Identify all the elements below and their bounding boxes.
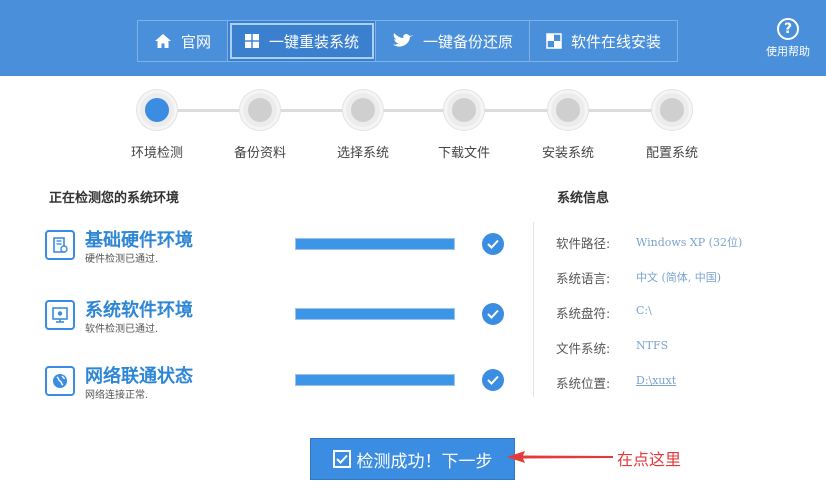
sysinfo-row: 系统位置: D:\xuxt xyxy=(556,373,676,392)
step-label: 环境检测 xyxy=(130,146,183,161)
sysinfo-label: 系统语言: xyxy=(556,271,611,286)
detect-item-title: 网络联通状态 xyxy=(85,366,193,387)
check-icon xyxy=(482,369,504,391)
check-icon xyxy=(482,303,504,325)
top-bar: 官网 一键重装系统 一键备份还原 软件在线安装 ? 使用帮助 xyxy=(0,0,826,76)
step-environment-check: 环境检测 xyxy=(107,90,207,161)
system-location-link[interactable]: D:\xuxt xyxy=(636,374,676,387)
help-button[interactable]: ? 使用帮助 xyxy=(762,18,814,59)
step-configure-system: 配置系统 xyxy=(622,90,722,161)
detect-item-title: 基础硬件环境 xyxy=(85,230,193,251)
check-icon xyxy=(482,233,504,255)
sysinfo-title: 系统信息 xyxy=(557,191,610,206)
sysinfo-label: 系统盘符: xyxy=(556,306,611,321)
sysinfo-value: Windows XP (32位) xyxy=(636,236,743,249)
progress-bar xyxy=(295,238,455,250)
step-backup-data: 备份资料 xyxy=(210,90,310,161)
tab-label: 软件在线安装 xyxy=(571,32,662,51)
tab-reinstall-system[interactable]: 一键重装系统 xyxy=(228,21,377,61)
apps-icon xyxy=(546,33,562,49)
tab-software-install[interactable]: 软件在线安装 xyxy=(530,21,677,61)
tab-label: 一键重装系统 xyxy=(269,32,360,51)
tab-backup-restore[interactable]: 一键备份还原 xyxy=(376,21,531,61)
detect-title: 正在检测您的系统环境 xyxy=(49,191,180,206)
detect-row-hardware: 基础硬件环境 硬件检测已通过. xyxy=(45,226,515,274)
detect-item-status: 软件检测已通过. xyxy=(85,324,159,335)
hardware-icon xyxy=(45,230,75,260)
network-icon xyxy=(45,366,75,396)
bird-icon xyxy=(392,32,414,50)
sysinfo-value: NTFS xyxy=(636,339,669,352)
tab-official-site[interactable]: 官网 xyxy=(138,21,229,61)
step-dot xyxy=(652,90,692,130)
sysinfo-label: 软件路径: xyxy=(556,236,611,251)
step-label: 下载文件 xyxy=(437,146,490,161)
annotation-text: 在点这里 xyxy=(617,450,682,469)
detect-item-status: 网络连接正常. xyxy=(85,390,149,401)
step-dot xyxy=(343,90,383,130)
progress-bar xyxy=(295,374,455,386)
tab-label: 官网 xyxy=(181,32,212,51)
windows-icon xyxy=(244,33,260,49)
step-dot xyxy=(137,90,177,130)
next-step-label: 检测成功！下一步 xyxy=(356,451,493,472)
detect-row-network: 网络联通状态 网络连接正常. xyxy=(45,362,515,410)
tab-label: 一键备份还原 xyxy=(423,32,514,51)
sysinfo-label: 文件系统: xyxy=(556,341,611,356)
nav-tabs: 官网 一键重装系统 一键备份还原 软件在线安装 xyxy=(137,20,679,62)
divider xyxy=(533,222,534,397)
sysinfo-row: 软件路径: Windows XP (32位) xyxy=(556,233,742,252)
annotation-arrow-icon xyxy=(507,451,613,463)
step-select-system: 选择系统 xyxy=(313,90,413,161)
step-install-system: 安装系统 xyxy=(518,90,618,161)
step-download-files: 下载文件 xyxy=(414,90,514,161)
step-label: 备份资料 xyxy=(233,146,286,161)
step-label: 配置系统 xyxy=(645,146,698,161)
detect-item-title: 系统软件环境 xyxy=(85,300,193,321)
next-step-button[interactable]: 检测成功！下一步 xyxy=(310,438,515,480)
progress-bar xyxy=(295,308,455,320)
step-dot xyxy=(240,90,280,130)
step-label: 选择系统 xyxy=(336,146,389,161)
monitor-icon xyxy=(45,300,75,330)
sysinfo-value: 中文 (简体, 中国) xyxy=(636,271,722,284)
sysinfo-label: 系统位置: xyxy=(556,376,611,391)
sysinfo-row: 系统盘符: C:\ xyxy=(556,303,652,322)
step-dot xyxy=(548,90,588,130)
step-dot xyxy=(444,90,484,130)
help-label: 使用帮助 xyxy=(766,45,810,58)
sysinfo-value: C:\ xyxy=(636,304,652,317)
checkbox-icon xyxy=(332,450,351,468)
sysinfo-row: 系统语言: 中文 (简体, 中国) xyxy=(556,268,721,287)
sysinfo-row: 文件系统: NTFS xyxy=(556,338,668,357)
detect-row-software: 系统软件环境 软件检测已通过. xyxy=(45,296,515,344)
detect-item-status: 硬件检测已通过. xyxy=(85,254,159,265)
home-icon xyxy=(154,33,172,49)
help-icon: ? xyxy=(777,18,799,40)
step-label: 安装系统 xyxy=(541,146,594,161)
